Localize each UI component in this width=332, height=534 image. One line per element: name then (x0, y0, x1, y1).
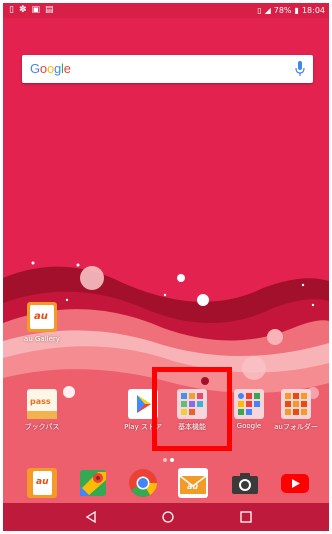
dock-chrome[interactable] (123, 468, 163, 498)
camera-icon (230, 468, 260, 498)
clock: 18:04 (301, 6, 325, 15)
dock-youtube[interactable] (275, 468, 315, 498)
app-label: auフォルダー (274, 423, 318, 431)
battery-percent: 78% (273, 6, 292, 15)
page-indicator-dot (163, 458, 167, 462)
google-search-bar[interactable]: Google (22, 55, 313, 83)
status-left-icons: ▯ ✽ ▣ ▤ (9, 5, 54, 16)
google-logo: Google (30, 61, 71, 76)
dock-maps[interactable] (73, 468, 113, 498)
dock-camera[interactable] (225, 468, 265, 498)
dock-au-phone[interactable]: au (22, 468, 62, 498)
bookpass-icon: pass (27, 389, 57, 419)
youtube-icon (280, 468, 310, 498)
vibrate-icon: ▯ (257, 6, 262, 15)
highlight-box (152, 367, 232, 451)
battery-icon: ▮ (294, 6, 299, 15)
chrome-icon (128, 468, 158, 498)
au-gallery-icon: au (27, 302, 57, 332)
maps-icon (78, 468, 108, 498)
app-label: ブックパス (24, 423, 60, 431)
navigation-bar (3, 503, 329, 531)
microphone-icon[interactable] (295, 61, 305, 77)
app-bookpass[interactable]: pass ブックパス (14, 389, 70, 432)
back-icon[interactable] (84, 510, 98, 524)
home-screen: ▯ ✽ ▣ ▤ ▯ ◢ 78% ▮ 18:04 Google au au Gal… (3, 3, 329, 531)
signal-icon: ◢ (264, 6, 271, 15)
settings-icon: ✽ (18, 5, 27, 15)
page-indicator-dot-active (170, 458, 174, 462)
app-label: au Gallery (24, 335, 60, 343)
image-icon: ▣ (31, 5, 41, 15)
app-au-gallery[interactable]: au au Gallery (14, 302, 70, 343)
folder-au[interactable]: auフォルダー (268, 389, 324, 432)
google-folder-icon (234, 389, 264, 419)
status-bar: ▯ ✽ ▣ ▤ ▯ ◢ 78% ▮ 18:04 (3, 3, 329, 18)
dock-au-mail[interactable]: au (173, 468, 213, 498)
au-folder-icon (281, 389, 311, 419)
status-right: ▯ ◢ 78% ▮ 18:04 (257, 5, 325, 16)
au-mail-icon: au (178, 468, 208, 498)
au-phone-icon: au (27, 468, 57, 498)
home-icon[interactable] (161, 510, 175, 524)
phone-icon: ▯ (9, 5, 14, 15)
recents-icon[interactable] (239, 510, 253, 524)
inbox-icon: ▤ (45, 5, 54, 15)
